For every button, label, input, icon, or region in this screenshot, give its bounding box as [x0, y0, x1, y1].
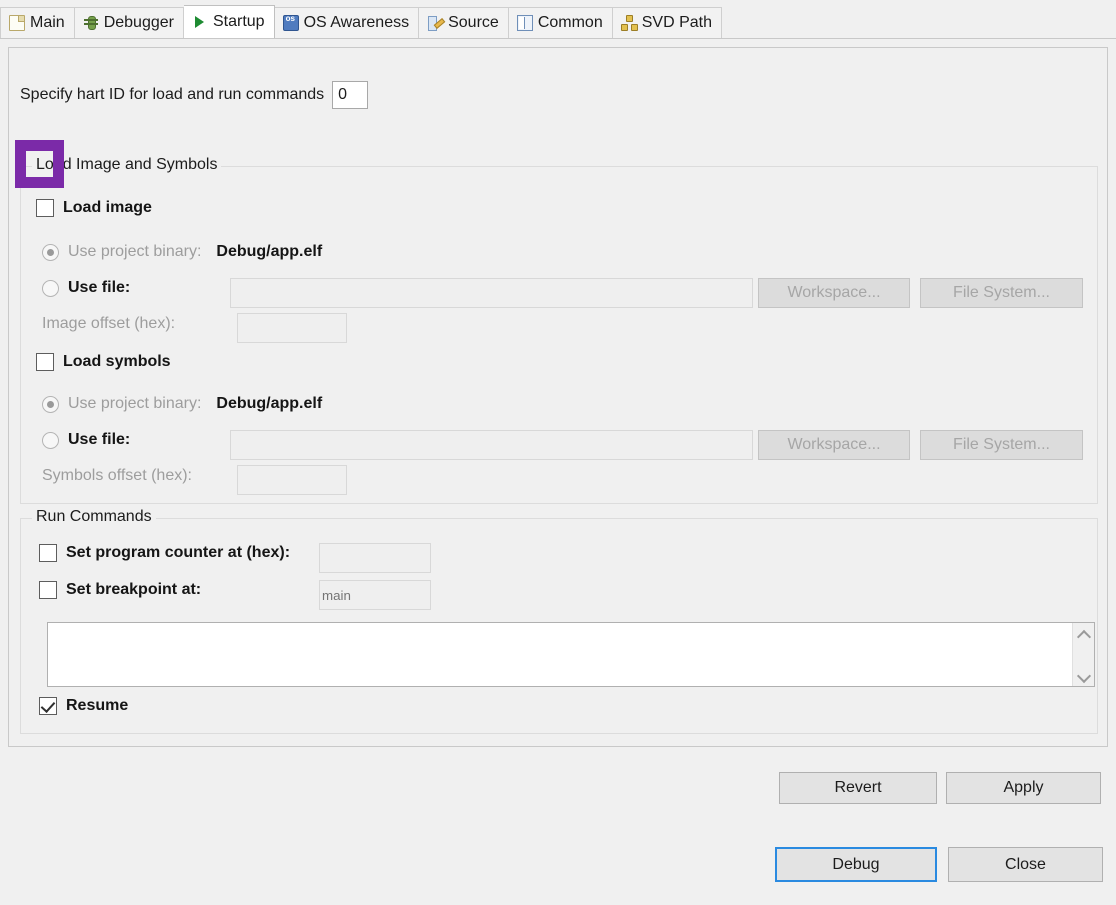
- symbols-file-input[interactable]: [230, 430, 753, 460]
- tab-label: Debugger: [103, 14, 174, 31]
- group-title: Run Commands: [32, 508, 156, 526]
- tab-label: Startup: [212, 13, 265, 30]
- symbols-use-file-label: Use file:: [68, 431, 131, 448]
- textarea-scrollbar[interactable]: [1072, 623, 1094, 686]
- load-image-checkbox-row[interactable]: Load image: [36, 199, 152, 217]
- symbols-use-file-radio[interactable]: [42, 431, 59, 449]
- set-breakpoint-label: Set breakpoint at:: [66, 581, 202, 598]
- file-icon: [9, 15, 25, 31]
- symbols-offset-input[interactable]: [237, 465, 347, 495]
- image-file-system-button[interactable]: File System...: [920, 278, 1083, 308]
- image-use-project-binary-radio[interactable]: [42, 243, 59, 261]
- tab-debugger[interactable]: Debugger: [74, 7, 184, 38]
- tab-svd-path[interactable]: SVD Path: [612, 7, 722, 38]
- symbols-file-system-button[interactable]: File System...: [920, 430, 1083, 460]
- load-symbols-checkbox[interactable]: [36, 353, 54, 371]
- resume-label: Resume: [66, 697, 129, 714]
- svd-path-icon: [620, 15, 637, 31]
- symbols-use-project-binary-label: Use project binary:: [68, 395, 202, 412]
- image-project-binary-value: Debug/app.elf: [216, 243, 323, 260]
- symbols-project-binary-value: Debug/app.elf: [216, 395, 323, 412]
- image-file-input[interactable]: [230, 278, 753, 308]
- tab-label: Source: [448, 14, 499, 31]
- program-counter-input[interactable]: [319, 543, 431, 573]
- tab-common[interactable]: Common: [508, 7, 613, 38]
- apply-button[interactable]: Apply: [946, 772, 1101, 804]
- startup-settings-panel: Specify hart ID for load and run command…: [8, 47, 1108, 747]
- load-symbols-checkbox-row[interactable]: Load symbols: [36, 353, 171, 371]
- image-use-file-radio[interactable]: [42, 279, 59, 297]
- os-icon: [282, 14, 299, 31]
- load-image-and-symbols-group: Load Image and Symbols Load image Use pr…: [20, 156, 1098, 504]
- source-icon: [427, 15, 443, 31]
- resume-row[interactable]: Resume: [39, 697, 128, 715]
- image-workspace-button[interactable]: Workspace...: [758, 278, 910, 308]
- symbols-workspace-button[interactable]: Workspace...: [758, 430, 910, 460]
- image-project-binary-row[interactable]: Use project binary: Debug/app.elf: [42, 243, 322, 261]
- symbols-offset-label: Symbols offset (hex):: [42, 467, 192, 484]
- tab-label: Common: [537, 14, 603, 31]
- run-commands-textarea[interactable]: [48, 623, 1072, 686]
- tab-main[interactable]: Main: [0, 7, 75, 38]
- chevron-down-icon[interactable]: [1078, 672, 1090, 680]
- set-program-counter-checkbox[interactable]: [39, 544, 57, 562]
- image-offset-label: Image offset (hex):: [42, 315, 176, 332]
- image-use-file-row[interactable]: Use file:: [42, 279, 130, 297]
- hart-id-input[interactable]: [332, 81, 369, 109]
- image-offset-row: Image offset (hex):: [42, 315, 175, 333]
- set-breakpoint-checkbox[interactable]: [39, 581, 57, 599]
- breakpoint-input[interactable]: [319, 580, 431, 610]
- resume-checkbox[interactable]: [39, 697, 57, 715]
- symbols-use-file-row[interactable]: Use file:: [42, 431, 130, 449]
- symbols-offset-row: Symbols offset (hex):: [42, 467, 192, 485]
- load-image-checkbox[interactable]: [36, 199, 54, 217]
- tab-os-awareness[interactable]: OS Awareness: [274, 7, 420, 38]
- tab-startup[interactable]: Startup: [183, 5, 275, 38]
- hart-id-row: Specify hart ID for load and run command…: [20, 81, 369, 109]
- image-use-project-binary-label: Use project binary:: [68, 243, 202, 260]
- image-use-file-label: Use file:: [68, 279, 131, 296]
- common-icon: [516, 15, 533, 31]
- play-icon: [192, 14, 208, 30]
- set-program-counter-label: Set program counter at (hex):: [66, 544, 291, 561]
- close-button[interactable]: Close: [948, 847, 1103, 882]
- run-commands-group: Run Commands Set program counter at (hex…: [20, 508, 1098, 734]
- set-program-counter-row[interactable]: Set program counter at (hex):: [39, 544, 290, 562]
- tab-label: OS Awareness: [303, 14, 410, 31]
- debug-button[interactable]: Debug: [775, 847, 937, 882]
- bug-icon: [83, 15, 99, 31]
- run-commands-textarea-wrapper: [47, 622, 1095, 687]
- load-image-label: Load image: [63, 199, 152, 216]
- tab-bar: Main Debugger Startup OS Awareness Sourc…: [0, 5, 1116, 39]
- symbols-use-project-binary-radio[interactable]: [42, 395, 59, 413]
- revert-button[interactable]: Revert: [779, 772, 937, 804]
- tab-label: SVD Path: [641, 14, 712, 31]
- hart-id-label: Specify hart ID for load and run command…: [20, 86, 325, 103]
- chevron-up-icon[interactable]: [1078, 629, 1090, 637]
- group-title: Load Image and Symbols: [32, 156, 222, 174]
- symbols-project-binary-row[interactable]: Use project binary: Debug/app.elf: [42, 395, 322, 413]
- image-offset-input[interactable]: [237, 313, 347, 343]
- set-breakpoint-row[interactable]: Set breakpoint at:: [39, 581, 201, 599]
- tab-source[interactable]: Source: [419, 7, 509, 38]
- tab-label: Main: [30, 14, 65, 31]
- load-symbols-label: Load symbols: [63, 353, 171, 370]
